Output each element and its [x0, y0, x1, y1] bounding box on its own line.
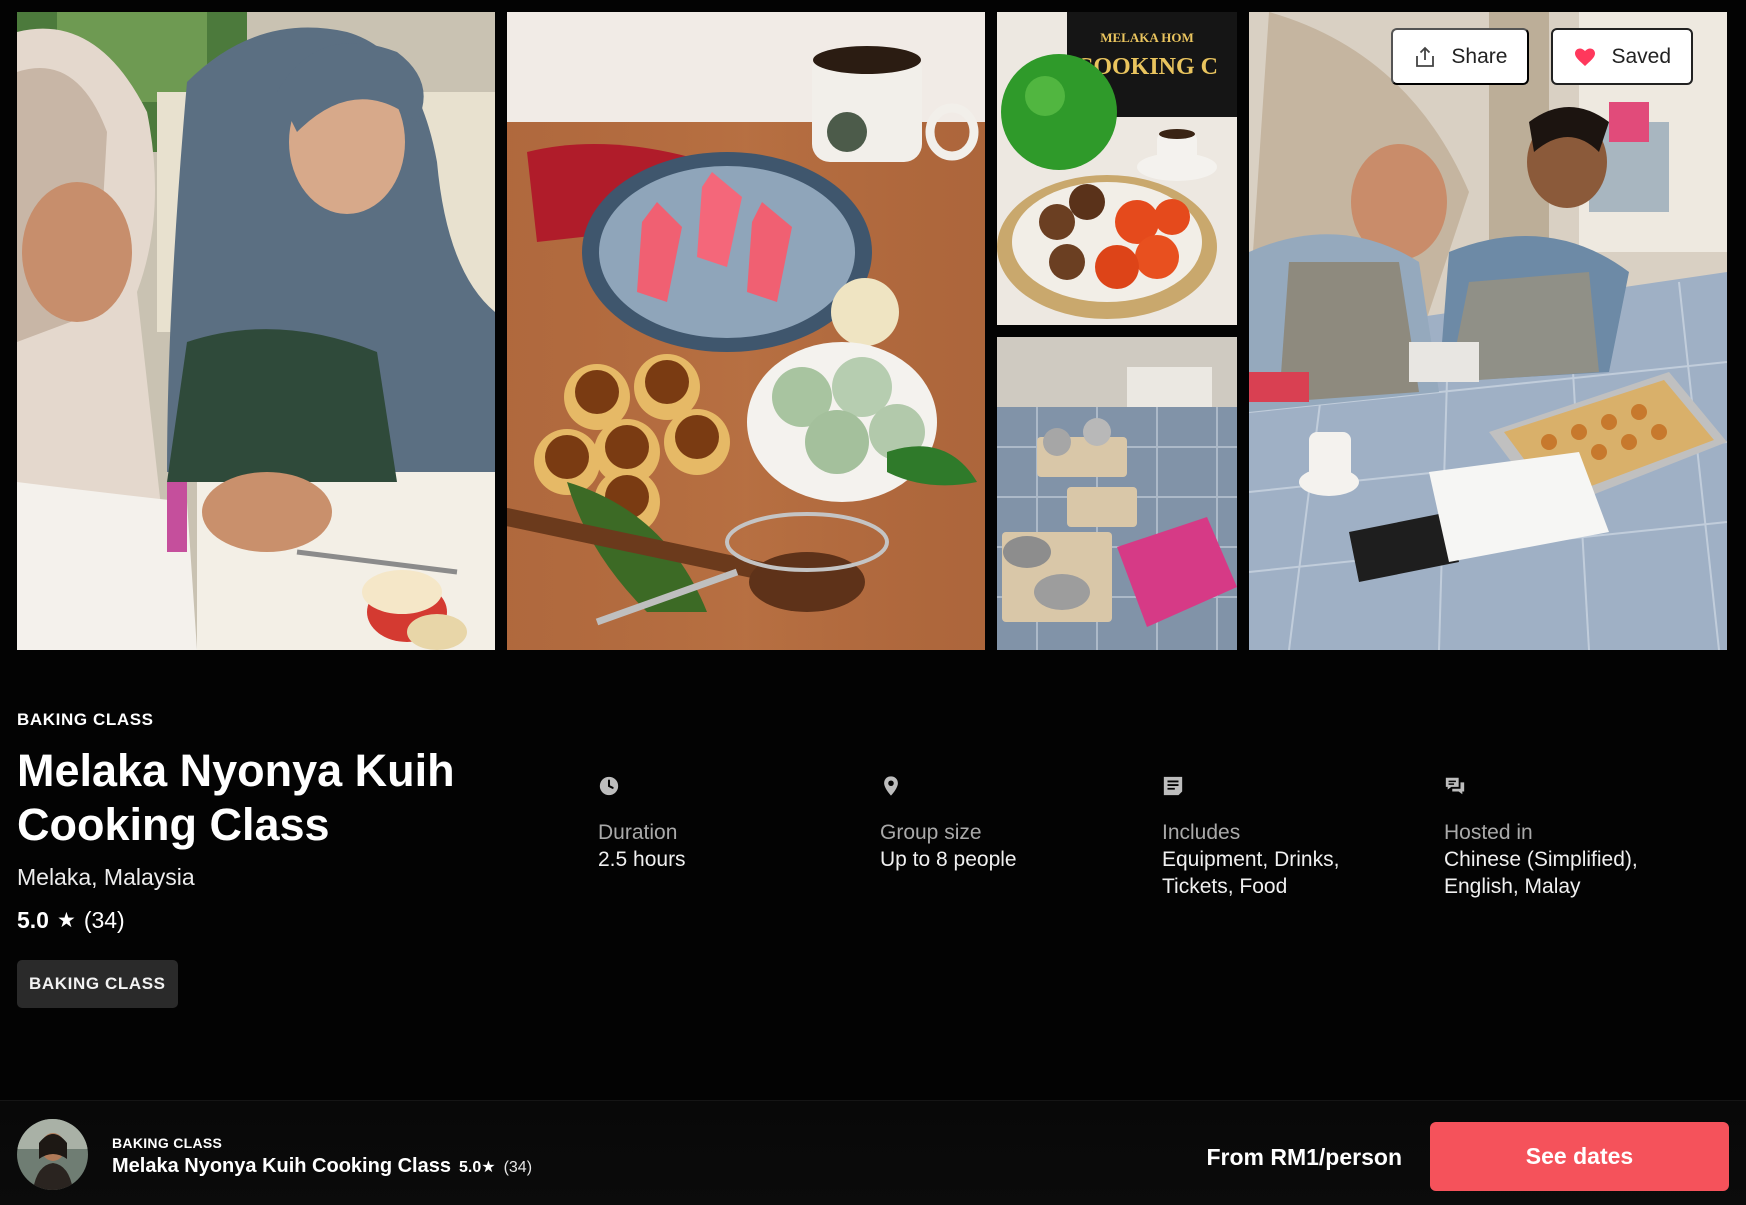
- category-label: BAKING CLASS: [17, 710, 154, 729]
- booking-bar-review-count: (34): [503, 1159, 533, 1176]
- gallery-photo-table-setup[interactable]: [997, 337, 1237, 650]
- clock-icon: [599, 776, 619, 796]
- fact-includes: Includes Equipment, Drinks, Tickets, Foo…: [1162, 775, 1412, 900]
- fact-duration: Duration 2.5 hours: [598, 775, 848, 873]
- gallery-photo-hosts-cutting-apple[interactable]: [17, 12, 495, 650]
- photo-gallery: MELAKA HOM COOKING C Share Saved: [0, 0, 1746, 660]
- booking-bar-summary: BAKING CLASS Melaka Nyonya Kuih Cooking …: [112, 1135, 532, 1178]
- star-icon: ★: [481, 1159, 496, 1176]
- fact-label: Group size: [880, 821, 982, 844]
- booking-bar-title: Melaka Nyonya Kuih Cooking Class: [112, 1155, 451, 1177]
- price-text: From RM1/person: [1206, 1144, 1402, 1170]
- fact-label: Includes: [1162, 821, 1241, 844]
- heart-icon: [1575, 48, 1596, 66]
- booking-bar: BAKING CLASS Melaka Nyonya Kuih Cooking …: [0, 1100, 1746, 1205]
- fact-group-size: Group size Up to 8 people: [880, 775, 1130, 873]
- chat-bubbles-icon: [1445, 777, 1465, 795]
- experience-facts: Duration 2.5 hours Group size Up to 8 pe…: [0, 775, 1746, 915]
- share-button[interactable]: Share: [1391, 28, 1530, 85]
- saved-label: Saved: [1611, 44, 1671, 68]
- fact-label: Duration: [598, 821, 678, 844]
- host-avatar[interactable]: [17, 1119, 88, 1190]
- booking-bar-category: BAKING CLASS: [112, 1135, 223, 1151]
- gallery-photo-kuih-board[interactable]: [507, 12, 985, 650]
- gallery-photo-cooking-sign[interactable]: MELAKA HOM COOKING C: [997, 12, 1237, 325]
- location-pin-icon: [884, 776, 898, 796]
- fact-value: Up to 8 people: [880, 848, 1017, 871]
- document-icon: [1163, 776, 1183, 796]
- fact-hosted-in: Hosted in Chinese (Simplified), English,…: [1444, 775, 1694, 900]
- category-tag[interactable]: BAKING CLASS: [17, 960, 178, 1008]
- fact-label: Hosted in: [1444, 821, 1533, 844]
- share-icon: [1416, 46, 1435, 67]
- saved-button[interactable]: Saved: [1551, 28, 1693, 85]
- sign-text-line1: MELAKA HOM: [1100, 30, 1194, 45]
- booking-bar-rating: 5.0★: [459, 1157, 496, 1177]
- see-dates-button[interactable]: See dates: [1430, 1122, 1729, 1191]
- booking-bar-rating-score: 5.0: [458, 1159, 482, 1176]
- gallery-actions: Share Saved: [1391, 28, 1693, 85]
- gallery-photo-guests-making-tarts[interactable]: [1249, 12, 1727, 650]
- fact-value: Chinese (Simplified), English, Malay: [1444, 848, 1638, 898]
- fact-value: Equipment, Drinks, Tickets, Food: [1162, 848, 1340, 898]
- share-label: Share: [1451, 44, 1508, 68]
- fact-value: 2.5 hours: [598, 848, 686, 871]
